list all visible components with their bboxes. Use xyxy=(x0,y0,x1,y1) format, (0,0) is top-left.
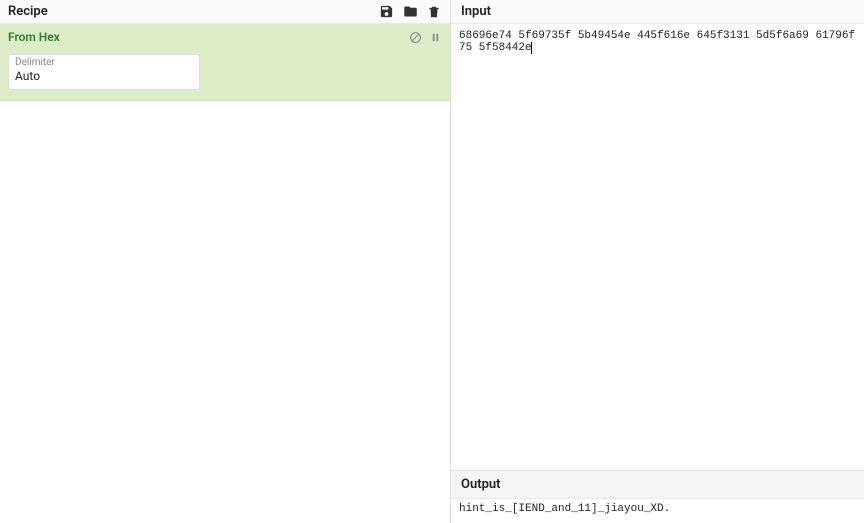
folder-icon[interactable] xyxy=(402,4,418,20)
recipe-drop-area[interactable] xyxy=(0,101,450,523)
delimiter-select[interactable]: Delimiter Auto xyxy=(8,54,200,90)
operation-body: Delimiter Auto xyxy=(0,50,450,100)
output-title: Output xyxy=(461,477,501,492)
delimiter-value: Auto xyxy=(15,69,40,83)
output-header: Output xyxy=(451,471,864,499)
save-icon[interactable] xyxy=(378,4,394,20)
recipe-header-icons xyxy=(378,4,442,20)
pause-icon[interactable] xyxy=(428,30,442,44)
operation-title: From Hex xyxy=(8,30,408,44)
trash-icon[interactable] xyxy=(426,4,442,20)
output-section: Output hint_is_[IEND_and_11]_jiayou_XD. xyxy=(451,470,864,523)
text-caret xyxy=(531,42,532,54)
recipe-title: Recipe xyxy=(8,4,378,19)
input-text: 68696e74 5f69735f 5b49454e 445f616e 645f… xyxy=(459,30,855,54)
delimiter-label: Delimiter xyxy=(15,57,193,69)
output-text[interactable]: hint_is_[IEND_and_11]_jiayou_XD. xyxy=(451,499,864,523)
operation-icons xyxy=(408,30,442,44)
input-header: Input xyxy=(451,0,864,24)
recipe-panel: Recipe From Hex xyxy=(0,0,451,523)
recipe-header: Recipe xyxy=(0,0,450,24)
operation-from-hex[interactable]: From Hex Delimiter Auto xyxy=(0,24,450,101)
operation-header: From Hex xyxy=(0,24,450,50)
disable-icon[interactable] xyxy=(408,30,422,44)
input-textarea[interactable]: 68696e74 5f69735f 5b49454e 445f616e 645f… xyxy=(451,24,864,470)
io-panel: Input 68696e74 5f69735f 5b49454e 445f616… xyxy=(451,0,864,523)
input-title: Input xyxy=(461,4,491,19)
